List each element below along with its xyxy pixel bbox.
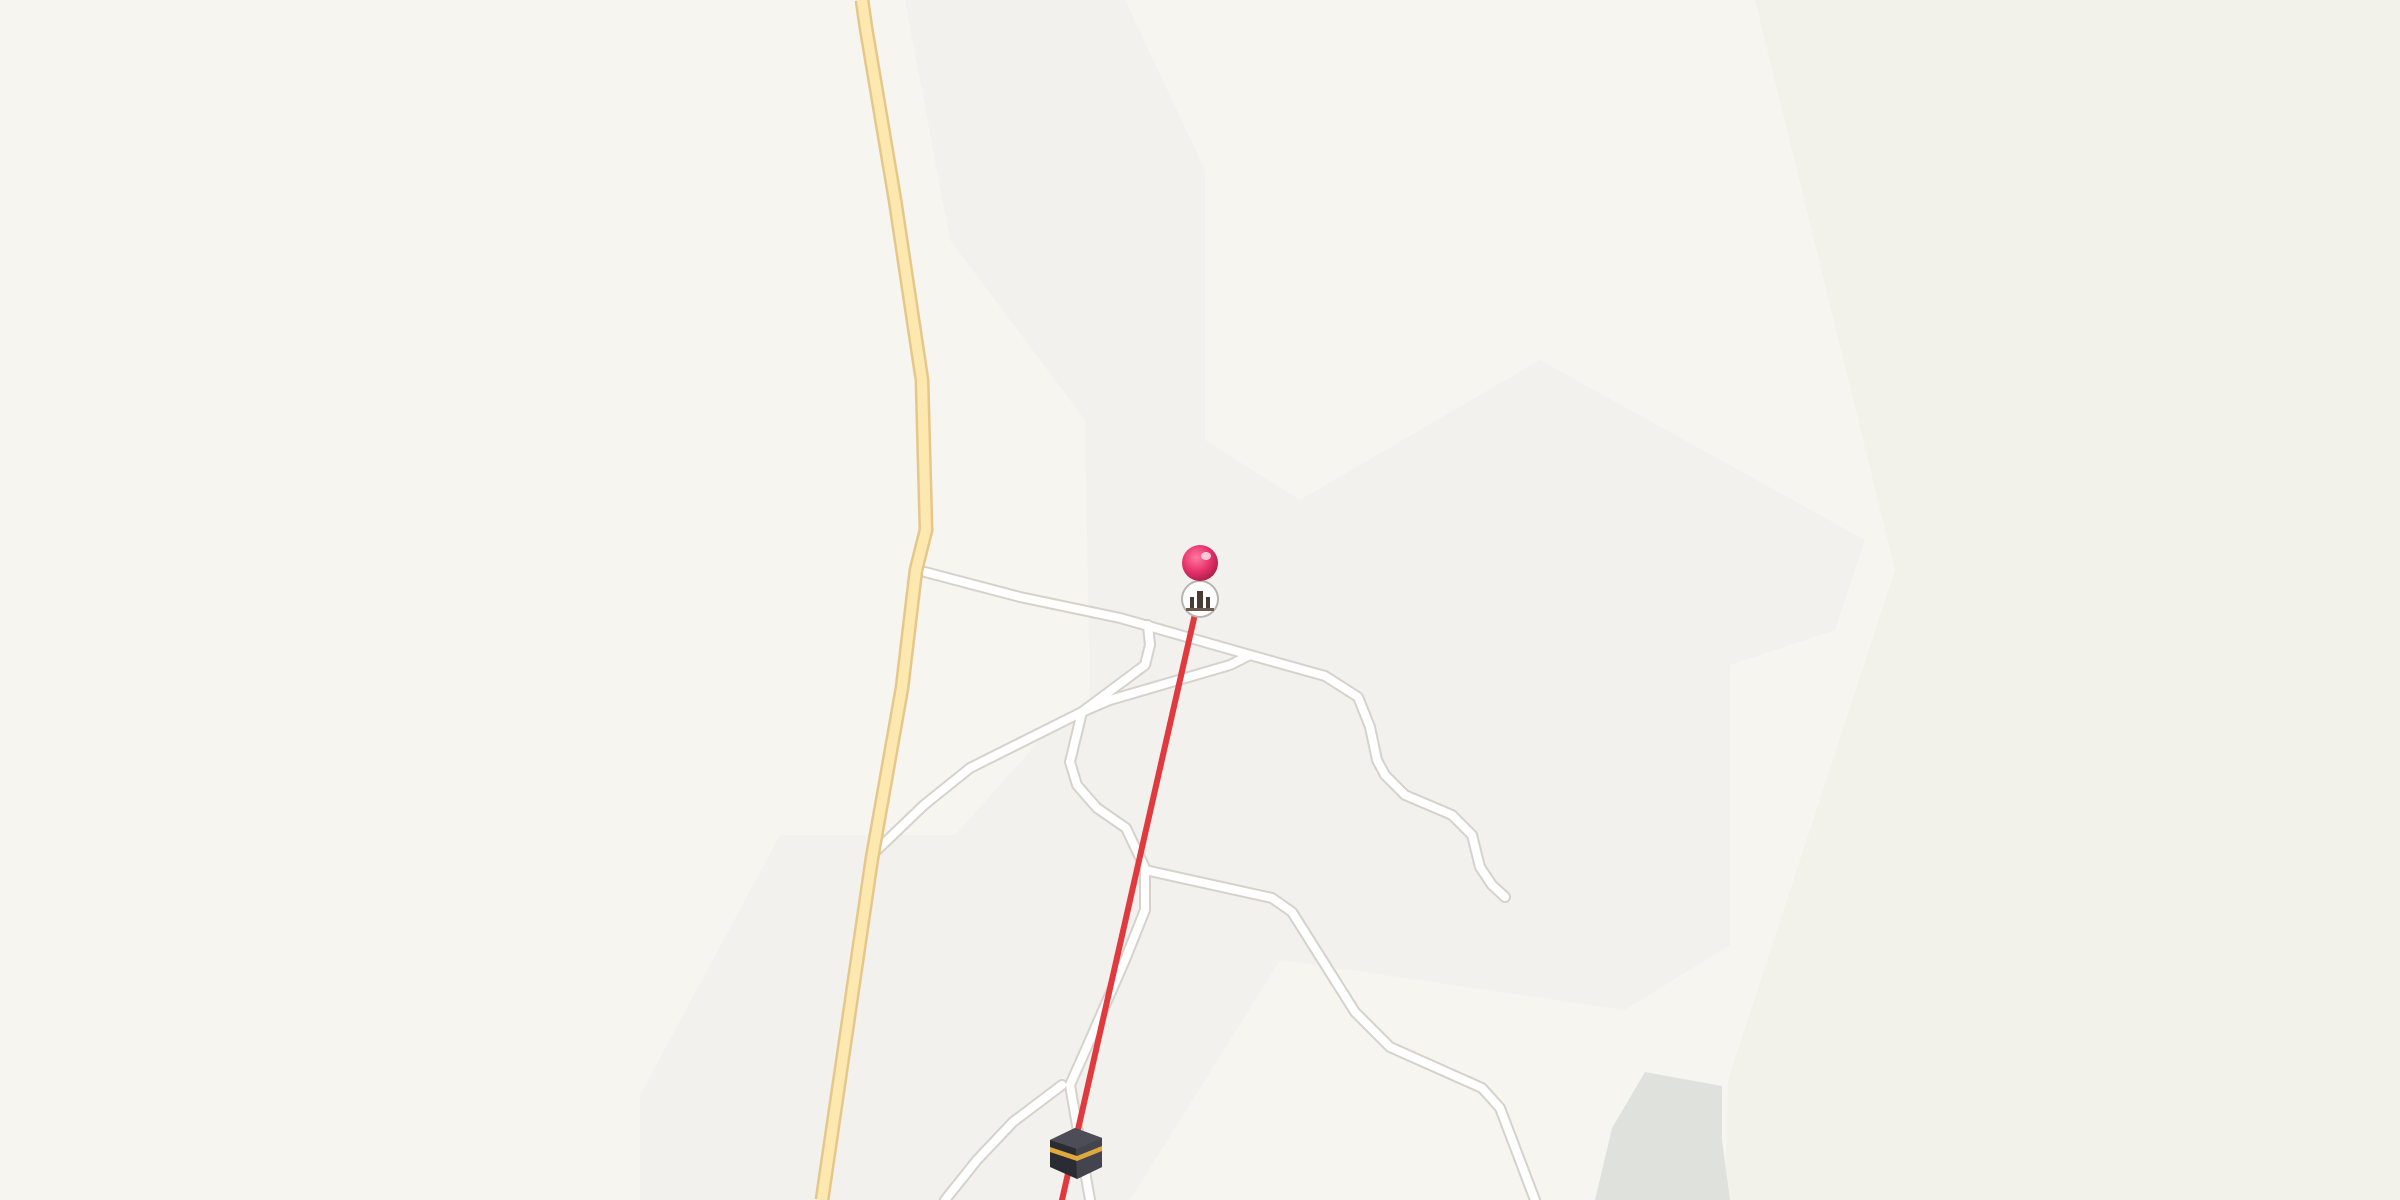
mosque-marker[interactable] xyxy=(1181,580,1219,618)
map-view[interactable] xyxy=(0,0,2400,1200)
map-canvas[interactable] xyxy=(0,0,2400,1200)
location-pin-marker[interactable] xyxy=(1182,545,1218,581)
map-pin-icon xyxy=(1182,545,1218,581)
